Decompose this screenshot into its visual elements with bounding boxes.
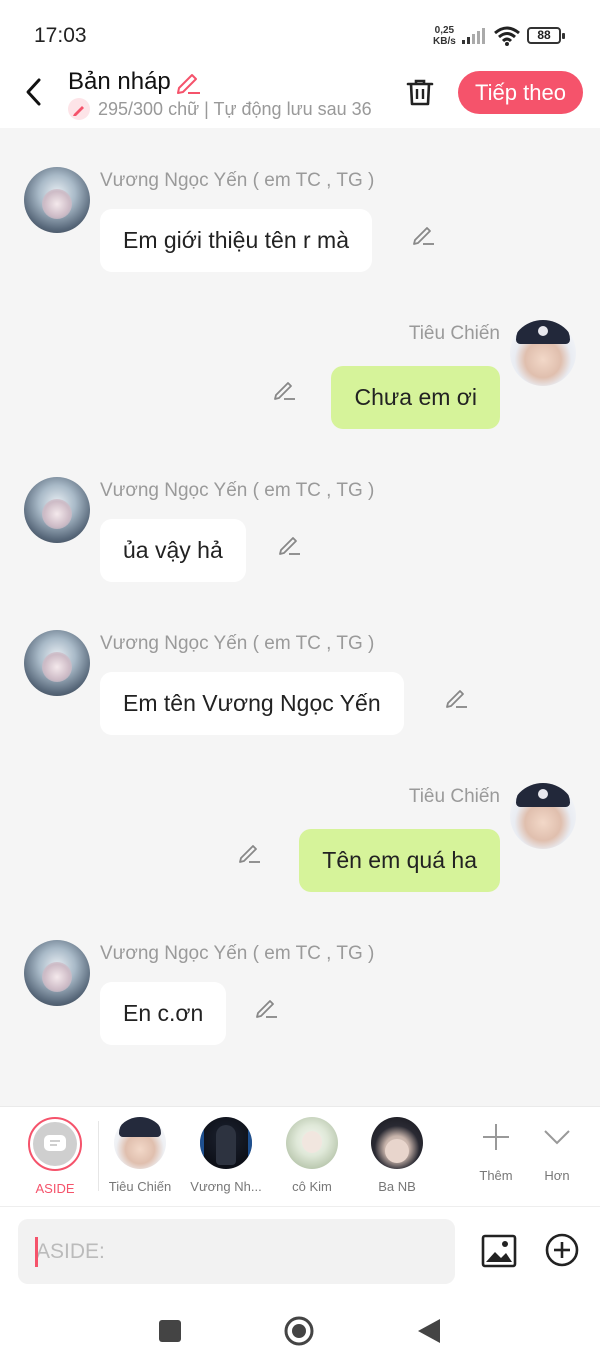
plus-icon bbox=[483, 1124, 509, 1150]
status-time: 17:03 bbox=[34, 24, 87, 47]
text-caret bbox=[35, 1237, 38, 1267]
edit-title-icon[interactable] bbox=[174, 68, 202, 96]
avatar-vuong-ngoc-yen[interactable] bbox=[24, 477, 90, 543]
edit-message-icon[interactable] bbox=[411, 221, 437, 247]
sender-name: Vương Ngọc Yến ( em TC , TG ) bbox=[100, 633, 375, 654]
next-button[interactable]: Tiếp theo bbox=[458, 71, 583, 114]
image-icon[interactable] bbox=[481, 1233, 517, 1269]
message-bubble[interactable]: ủa vậy hả bbox=[100, 519, 246, 582]
expand-label: Hơn bbox=[544, 1168, 570, 1183]
sender-name: Vương Ngọc Yến ( em TC , TG ) bbox=[100, 170, 375, 191]
avatar-vuong-ngoc-yen[interactable] bbox=[24, 940, 90, 1006]
page-title: Bản nháp bbox=[68, 68, 171, 95]
system-navigation-bar bbox=[0, 1296, 600, 1367]
character-label: Ba NB bbox=[378, 1179, 416, 1194]
trash-icon[interactable] bbox=[404, 76, 436, 108]
character-label: cô Kim bbox=[292, 1179, 332, 1194]
message-bubble[interactable]: Em giới thiệu tên r mà bbox=[100, 209, 373, 272]
message-bubble[interactable]: En c.ơn bbox=[100, 982, 227, 1045]
sender-name: Tiêu Chiến bbox=[408, 786, 500, 807]
expand-button[interactable]: Hơn bbox=[527, 1121, 587, 1183]
character-tieu-chien[interactable]: Tiêu Chiến bbox=[98, 1117, 182, 1194]
message-input[interactable] bbox=[18, 1219, 455, 1284]
avatar bbox=[114, 1117, 166, 1169]
chevron-down-icon bbox=[544, 1130, 570, 1145]
character-label: Tiêu Chiến bbox=[108, 1179, 172, 1194]
network-speed-unit: KB/s bbox=[433, 36, 456, 47]
recent-apps-icon[interactable] bbox=[155, 1316, 185, 1346]
sender-name: Tiêu Chiến bbox=[408, 323, 500, 344]
sender-name: Vương Ngọc Yến ( em TC , TG ) bbox=[100, 480, 375, 501]
network-speed-value: 0,25 bbox=[434, 25, 455, 36]
avatar bbox=[286, 1117, 338, 1169]
avatar bbox=[200, 1117, 252, 1169]
home-icon[interactable] bbox=[284, 1316, 314, 1346]
avatar bbox=[371, 1117, 423, 1169]
edit-message-icon[interactable] bbox=[277, 531, 303, 557]
character-selector-bar: ASIDE Tiêu Chiến Vương Nh... cô Kim Ba N… bbox=[0, 1106, 600, 1206]
character-co-kim[interactable]: cô Kim bbox=[270, 1117, 354, 1194]
edit-message-icon[interactable] bbox=[237, 839, 263, 865]
word-count-pencil-icon bbox=[68, 98, 90, 120]
more-label: Thêm bbox=[479, 1168, 513, 1183]
signal-icon bbox=[462, 28, 485, 44]
avatar-vuong-ngoc-yen[interactable] bbox=[24, 167, 90, 233]
network-speed: 0,25 KB/s bbox=[433, 25, 456, 47]
edit-message-icon[interactable] bbox=[254, 994, 280, 1020]
aside-avatar bbox=[28, 1117, 82, 1171]
header-bar: Bản nháp 295/300 chữ | Tự động lưu sau 3… bbox=[0, 62, 600, 128]
avatar-vuong-ngoc-yen[interactable] bbox=[24, 630, 90, 696]
character-label: ASIDE bbox=[35, 1181, 75, 1196]
word-count-autosave-text: 295/300 chữ | Tự động lưu sau 36 bbox=[98, 99, 372, 119]
message-bubble[interactable]: Chưa em ơi bbox=[331, 366, 500, 429]
chat-bubble-icon bbox=[44, 1135, 66, 1151]
message-bubble[interactable]: Tên em quá ha bbox=[299, 829, 500, 892]
status-bar: 17:03 0,25 KB/s 88 bbox=[0, 0, 600, 62]
character-label: Vương Nh... bbox=[190, 1179, 262, 1194]
aside-avatar-inner bbox=[33, 1122, 77, 1166]
character-vuong-nh[interactable]: Vương Nh... bbox=[184, 1117, 268, 1194]
message-input-box[interactable] bbox=[18, 1219, 455, 1284]
avatar-tieu-chien[interactable] bbox=[510, 783, 576, 849]
character-aside[interactable]: ASIDE bbox=[13, 1117, 97, 1196]
edit-message-icon[interactable] bbox=[272, 376, 298, 402]
back-triangle-icon[interactable] bbox=[414, 1316, 444, 1346]
back-icon[interactable] bbox=[20, 76, 48, 108]
message-bubble[interactable]: Em tên Vương Ngọc Yến bbox=[100, 672, 404, 735]
add-plus-circle-icon[interactable] bbox=[545, 1233, 579, 1267]
wifi-icon bbox=[494, 26, 520, 46]
sender-name: Vương Ngọc Yến ( em TC , TG ) bbox=[100, 943, 375, 964]
battery-indicator: 88 bbox=[527, 27, 565, 44]
character-ba-nb[interactable]: Ba NB bbox=[355, 1117, 439, 1194]
add-character-button[interactable]: Thêm bbox=[466, 1121, 526, 1183]
edit-message-icon[interactable] bbox=[444, 684, 470, 710]
compose-area bbox=[0, 1206, 600, 1296]
chat-area: Vương Ngọc Yến ( em TC , TG ) Em giới th… bbox=[0, 128, 600, 1106]
avatar-tieu-chien[interactable] bbox=[510, 320, 576, 386]
